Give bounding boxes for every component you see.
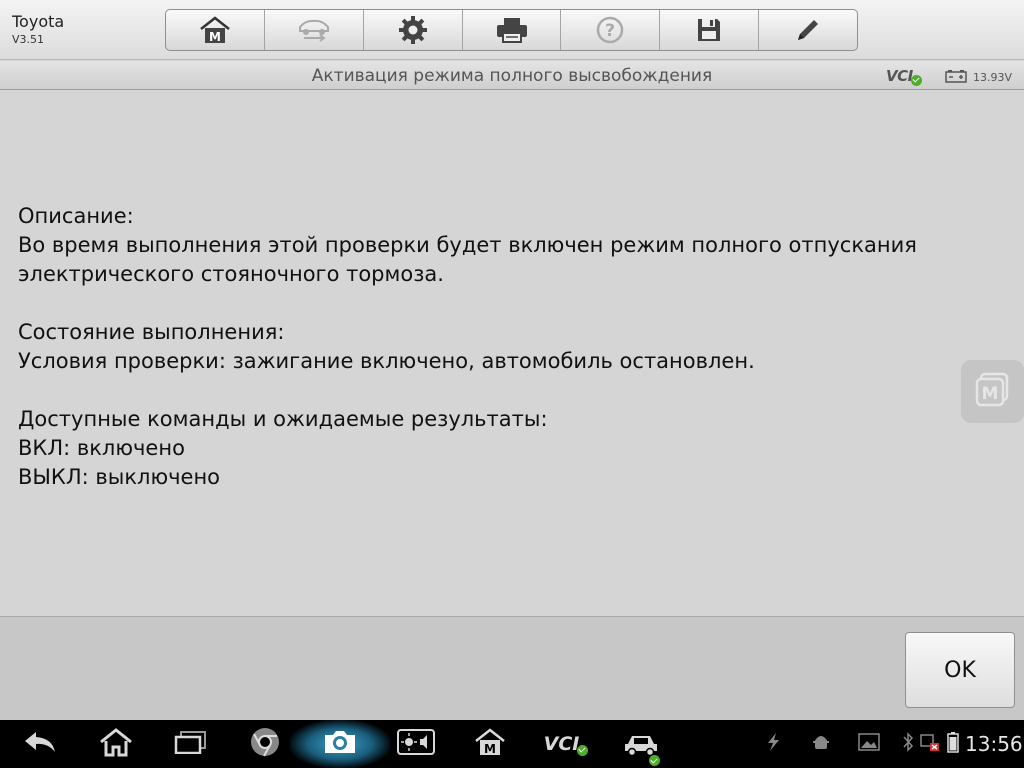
- bluetooth-icon: [902, 732, 914, 756]
- car-battery-icon: [945, 68, 967, 87]
- gear-icon: [398, 15, 428, 45]
- vci-connected-check-icon: [577, 744, 589, 756]
- home-icon: [98, 727, 134, 761]
- car-connected-check-icon: [649, 755, 660, 766]
- pen-icon: [793, 15, 823, 45]
- home-button[interactable]: M: [166, 10, 265, 50]
- android-debug-icon: [811, 732, 831, 756]
- network-status: [918, 720, 942, 768]
- car-icon: [623, 731, 661, 766]
- main-toolbar: M ?: [165, 9, 858, 51]
- device-battery-icon: [947, 731, 959, 757]
- system-clock: 13:56: [965, 732, 1023, 756]
- lightning-icon: [763, 732, 783, 756]
- camera-icon: [322, 728, 358, 760]
- save-icon: [695, 16, 723, 44]
- software-version: V3.51: [12, 33, 45, 46]
- ok-button[interactable]: OK: [905, 632, 1015, 708]
- printer-icon: [495, 16, 529, 44]
- vehicle-swap-icon: [296, 17, 332, 43]
- section-heading-description: Описание:: [18, 204, 134, 228]
- back-icon: [22, 730, 58, 758]
- print-button[interactable]: [463, 10, 562, 50]
- svg-text:M: M: [484, 742, 496, 756]
- maxisys-home-button[interactable]: M: [468, 720, 512, 768]
- home-m-icon: M: [198, 15, 232, 45]
- battery-status: 13.93V: [945, 68, 1012, 87]
- vci-connection-status: VCI: [886, 67, 922, 86]
- maxisys-m-icon: M: [973, 370, 1013, 414]
- usb-debug-status: [808, 720, 834, 768]
- floating-button-label: M: [981, 384, 998, 404]
- charging-status: [760, 720, 786, 768]
- floating-maxisys-button[interactable]: M: [961, 360, 1024, 423]
- screenshot-status: [856, 720, 882, 768]
- help-icon: ?: [595, 15, 625, 45]
- svg-text:?: ?: [605, 21, 615, 41]
- camera-app-button[interactable]: [318, 720, 362, 768]
- function-title-bar: Активация режима полного высвобождения V…: [0, 61, 1024, 90]
- vehicle-name: Toyota: [12, 12, 65, 31]
- page-title: Активация режима полного высвобождения: [311, 66, 713, 86]
- test-conditions-text: Условия проверки: зажигание включено, ав…: [18, 349, 755, 373]
- network-disconnected-icon: [919, 732, 941, 756]
- bluetooth-status: [900, 720, 916, 768]
- display-settings-button[interactable]: [394, 720, 438, 768]
- vci-label: VCI: [886, 67, 913, 85]
- maxisys-home-icon: M: [473, 727, 507, 761]
- help-button[interactable]: ?: [561, 10, 661, 50]
- display-settings-icon: [397, 729, 435, 759]
- recent-apps-button[interactable]: [168, 720, 212, 768]
- vehicle-swap-button[interactable]: [265, 10, 364, 50]
- svg-text:M: M: [209, 30, 221, 44]
- description-text-line: Во время выполнения этой проверки будет …: [18, 233, 917, 257]
- vehicle-info: Toyota V3.51: [12, 12, 64, 48]
- section-heading-commands: Доступные команды и ожидаемые результаты…: [18, 407, 548, 431]
- connected-check-icon: [910, 74, 922, 86]
- section-heading-execution-state: Состояние выполнения:: [18, 320, 285, 344]
- battery-level-status: [944, 720, 962, 768]
- android-home-button[interactable]: [92, 720, 140, 768]
- edit-button[interactable]: [759, 10, 857, 50]
- recent-apps-icon: [172, 730, 208, 758]
- image-icon: [858, 733, 880, 755]
- battery-voltage: 13.93V: [973, 71, 1013, 84]
- vci-icon: VCI: [543, 733, 589, 756]
- top-bar: Toyota V3.51 M ?: [0, 0, 1024, 60]
- main-content: Описание: Во время выполнения этой прове…: [0, 91, 1024, 616]
- vci-manager-button[interactable]: VCI: [538, 720, 594, 768]
- chrome-icon: [249, 726, 281, 762]
- back-button[interactable]: [18, 720, 62, 768]
- command-off-text: ВЫКЛ: выключено: [18, 465, 221, 489]
- action-bar: OK: [0, 616, 1024, 720]
- chrome-app-button[interactable]: [243, 720, 287, 768]
- system-nav-bar: M VCI 13:56: [0, 720, 1024, 768]
- save-button[interactable]: [660, 10, 760, 50]
- command-on-text: ВКЛ: включено: [18, 436, 185, 460]
- description-text-line: электрического стояночного тормоза.: [18, 262, 444, 286]
- settings-button[interactable]: [364, 10, 463, 50]
- vehicle-menu-button[interactable]: [618, 720, 666, 768]
- test-description: Описание: Во время выполнения этой прове…: [18, 202, 1008, 492]
- nav-vci-label: VCI: [543, 733, 580, 755]
